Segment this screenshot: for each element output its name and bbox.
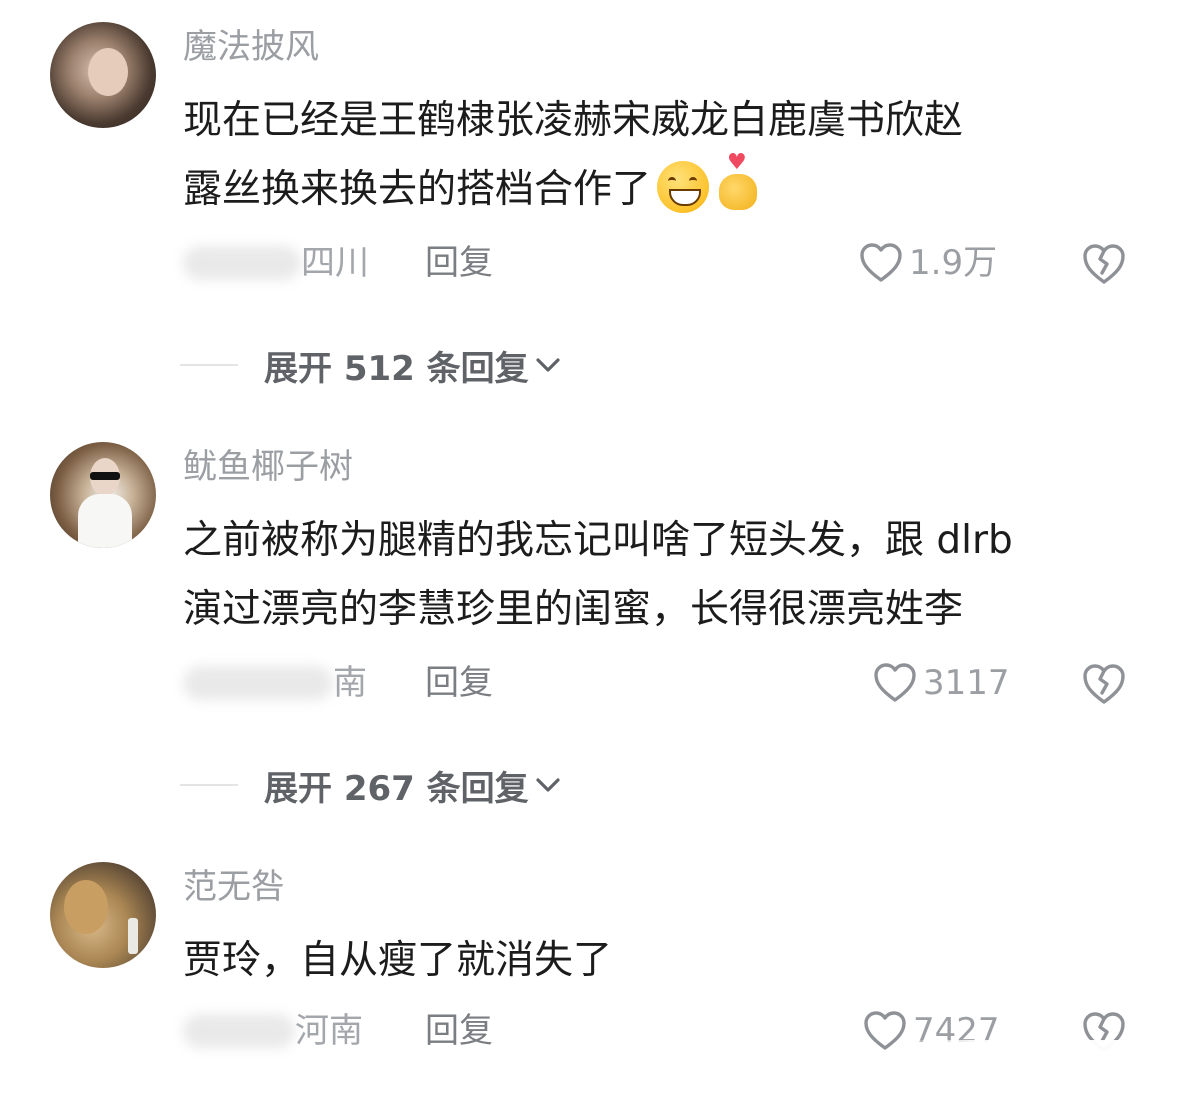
- avatar[interactable]: [50, 442, 156, 548]
- avatar-face: [88, 48, 128, 96]
- comment-text-line-2: 露丝换来换去的搭档合作了: [183, 167, 652, 212]
- reply-button[interactable]: 回复: [425, 238, 493, 288]
- comment-meta: 四川 回复 1.9万: [183, 238, 1143, 288]
- reply-button[interactable]: 回复: [425, 1006, 493, 1056]
- heart-icon: [860, 243, 902, 282]
- broken-heart-icon[interactable]: [1081, 662, 1127, 706]
- comment-text-line: 贾玲，自从瘦了就消失了: [183, 938, 613, 983]
- blurred-time: [183, 246, 301, 280]
- like-button[interactable]: 3117: [873, 658, 1010, 708]
- comment-text: 现在已经是王鹤棣张凌赫宋威龙白鹿虞书欣赵 露丝换来换去的搭档合作了 ♥: [183, 86, 1143, 224]
- divider-line: [180, 784, 238, 786]
- username[interactable]: 范无咎: [183, 870, 285, 904]
- like-count: 1.9万: [909, 243, 998, 283]
- location-label: 河南: [295, 1011, 363, 1051]
- expand-replies-button[interactable]: 展开 267 条回复: [180, 760, 563, 810]
- broken-heart-icon[interactable]: [1081, 242, 1127, 286]
- avatar-bottle: [128, 918, 138, 954]
- blurred-time: [183, 666, 333, 700]
- chevron-down-icon: [536, 778, 560, 792]
- location-label: 南: [333, 663, 367, 703]
- avatar[interactable]: [50, 862, 156, 968]
- expand-replies-label: 展开 267 条回复: [264, 768, 529, 809]
- comment-text-line: 现在已经是王鹤棣张凌赫宋威龙白鹿虞书欣赵: [183, 98, 964, 143]
- grin-icon: [657, 160, 710, 213]
- heart-icon: [874, 663, 916, 702]
- reply-button[interactable]: 回复: [425, 658, 493, 708]
- like-button[interactable]: 1.9万: [859, 238, 997, 288]
- chevron-down-icon: [536, 358, 560, 372]
- watermark-fade: [900, 1040, 1179, 1096]
- comment-text: 贾玲，自从瘦了就消失了: [183, 926, 1143, 995]
- comment-meta: 南 回复 3117: [183, 658, 1143, 708]
- avatar-face: [64, 880, 108, 934]
- expand-replies-button[interactable]: 展开 512 条回复: [180, 340, 563, 390]
- avatar[interactable]: [50, 22, 156, 128]
- like-count: 3117: [923, 663, 1010, 703]
- comment-text-line: 之前被称为腿精的我忘记叫啥了短头发，跟 dlrb: [183, 518, 1013, 563]
- heart-hand-icon: ♥: [715, 151, 761, 212]
- avatar-shirt: [78, 494, 132, 548]
- avatar-glasses: [90, 472, 120, 480]
- comment-text: 之前被称为腿精的我忘记叫啥了短头发，跟 dlrb 演过漂亮的李慧珍里的闺蜜，长得…: [183, 506, 1143, 644]
- blurred-time: [183, 1014, 295, 1048]
- comment-text-line: 演过漂亮的李慧珍里的闺蜜，长得很漂亮姓李: [183, 587, 964, 632]
- divider-line: [180, 364, 238, 366]
- username[interactable]: 魔法披风: [183, 30, 319, 64]
- expand-replies-label: 展开 512 条回复: [264, 348, 529, 389]
- location-label: 四川: [301, 243, 369, 283]
- username[interactable]: 鱿鱼椰子树: [183, 450, 353, 484]
- comment-text-line: 露丝换来换去的搭档合作了 ♥: [183, 151, 1143, 224]
